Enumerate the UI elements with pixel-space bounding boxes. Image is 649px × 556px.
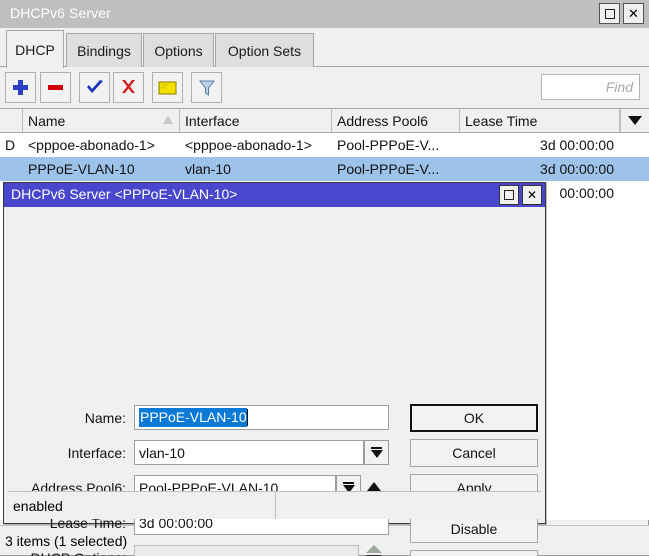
table-header-row: Name Interface Address Pool6 Lease Time — [0, 109, 649, 133]
cancel-button-label: Cancel — [452, 445, 496, 461]
dhcp-options-spinner[interactable] — [366, 545, 382, 556]
disable-button[interactable]: Disable — [410, 515, 538, 543]
maximize-icon[interactable] — [599, 3, 620, 24]
maximize-icon[interactable] — [499, 185, 519, 205]
find-placeholder: Find — [606, 79, 633, 95]
row-flag — [0, 157, 23, 181]
tab-bindings[interactable]: Bindings — [66, 33, 142, 67]
close-icon[interactable]: ✕ — [522, 185, 542, 205]
row-flag: D — [0, 133, 23, 157]
comment-button[interactable]: Comment — [410, 550, 538, 556]
tab-dhcp-label: DHCP — [15, 42, 55, 58]
tab-option-sets-label: Option Sets — [228, 43, 301, 59]
column-header-flag[interactable] — [0, 109, 23, 132]
tab-options-label: Options — [154, 43, 202, 59]
window-controls: ✕ — [599, 3, 644, 24]
sort-ascending-icon — [163, 115, 173, 124]
window-titlebar: DHCPv6 Server ✕ — [0, 0, 649, 28]
chevron-down-icon — [371, 447, 383, 458]
minus-icon — [46, 78, 65, 97]
interface-field-value: vlan-10 — [139, 445, 185, 461]
column-header-address-pool6[interactable]: Address Pool6 — [332, 109, 460, 132]
enable-button[interactable] — [79, 72, 110, 103]
row-name: PPPoE-VLAN-10 — [23, 157, 180, 181]
dhcp-options-label: DHCP Options: — [4, 550, 126, 556]
tabbar: DHCP Bindings Options Option Sets — [0, 28, 649, 68]
dialog-status-text: enabled — [8, 492, 276, 519]
dialog-titlebar: DHCPv6 Server <PPPoE-VLAN-10> ✕ — [4, 183, 545, 207]
find-input[interactable]: Find — [541, 74, 640, 100]
table-row[interactable]: D <pppoe-abonado-1> <pppoe-abonado-1> Po… — [0, 133, 649, 157]
tab-option-sets[interactable]: Option Sets — [215, 33, 314, 67]
filter-button[interactable] — [191, 72, 222, 103]
window-title: DHCPv6 Server — [10, 5, 111, 21]
name-label: Name: — [4, 410, 126, 426]
dialog-title: DHCPv6 Server <PPPoE-VLAN-10> — [11, 186, 237, 202]
cross-icon — [119, 78, 138, 97]
add-button[interactable] — [5, 72, 36, 103]
row-address-pool6: Pool-PPPoE-V... — [332, 133, 460, 157]
ok-button[interactable]: OK — [410, 404, 538, 432]
column-chooser-button[interactable] — [620, 109, 649, 132]
funnel-icon — [198, 78, 216, 97]
dialog-status-extra — [277, 492, 541, 519]
row-name: <pppoe-abonado-1> — [23, 133, 180, 157]
tab-dhcp[interactable]: DHCP — [6, 30, 64, 68]
close-icon[interactable]: ✕ — [623, 3, 644, 24]
item-count-label: 3 items (1 selected) — [5, 533, 127, 549]
note-icon — [158, 79, 178, 96]
row-interface: <pppoe-abonado-1> — [180, 133, 332, 157]
name-field[interactable]: PPPoE-VLAN-10 — [134, 405, 389, 430]
dialog-close-glyph: ✕ — [527, 188, 537, 202]
column-header-name[interactable]: Name — [23, 109, 180, 132]
interface-label: Interface: — [4, 445, 126, 461]
column-header-lease-time[interactable]: Lease Time — [460, 109, 620, 132]
comment-button[interactable] — [152, 72, 183, 103]
dialog-controls: ✕ — [499, 185, 542, 205]
cancel-button[interactable]: Cancel — [410, 439, 538, 467]
tab-bindings-label: Bindings — [77, 43, 131, 59]
row-lease-time: 3d 00:00:00 — [460, 157, 620, 181]
text-caret — [247, 409, 248, 426]
chevron-up-icon — [366, 545, 382, 553]
plus-icon — [11, 78, 30, 97]
interface-dropdown-button[interactable] — [364, 440, 389, 465]
address-pool6-expand-icon[interactable] — [367, 482, 381, 491]
disable-button-label: Disable — [451, 521, 498, 537]
toolbar: Find — [0, 68, 649, 108]
tab-options[interactable]: Options — [143, 33, 214, 67]
dialog-status-bar: enabled — [8, 491, 541, 519]
table-row[interactable]: PPPoE-VLAN-10 vlan-10 Pool-PPPoE-V... 3d… — [0, 157, 649, 181]
remove-button[interactable] — [40, 72, 71, 103]
check-icon — [85, 78, 105, 97]
row-interface: vlan-10 — [180, 157, 332, 181]
dhcpv6-server-dialog: DHCPv6 Server <PPPoE-VLAN-10> ✕ Name: PP… — [3, 182, 546, 524]
dhcpv6-server-screen: DHCPv6 Server ✕ DHCP Bindings Options Op… — [0, 0, 649, 556]
dhcp-options-field[interactable] — [134, 545, 359, 556]
row-lease-time: 3d 00:00:00 — [460, 133, 620, 157]
close-glyph: ✕ — [628, 7, 639, 20]
ok-button-label: OK — [464, 410, 484, 426]
chevron-down-icon — [628, 116, 642, 125]
name-field-value: PPPoE-VLAN-10 — [139, 408, 247, 427]
disable-button[interactable] — [113, 72, 144, 103]
row-address-pool6: Pool-PPPoE-V... — [332, 157, 460, 181]
column-header-interface[interactable]: Interface — [180, 109, 332, 132]
interface-field[interactable]: vlan-10 — [134, 440, 364, 465]
